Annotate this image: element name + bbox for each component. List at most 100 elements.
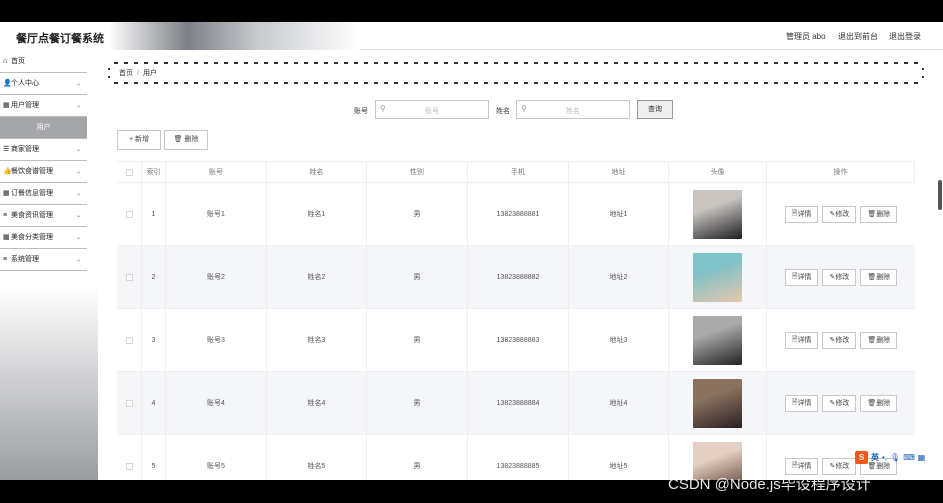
- cell-index: 4: [142, 372, 166, 434]
- edit-label: 修改: [835, 337, 850, 344]
- account-search-input[interactable]: ⚲ 账号: [375, 100, 489, 119]
- grid-icon: ▦: [3, 102, 10, 109]
- cell-index: 1: [142, 183, 166, 245]
- cell-avatar: [669, 372, 767, 434]
- checkbox-box[interactable]: [125, 273, 133, 281]
- detail-button[interactable]: 🗎 详情: [784, 457, 819, 475]
- chevron-down-icon: ⌄: [75, 81, 81, 87]
- search-button[interactable]: 查询: [637, 100, 673, 119]
- edit-button[interactable]: ✎ 修改: [822, 394, 857, 412]
- checkbox-box[interactable]: [125, 399, 133, 407]
- cell-account: 账号2: [166, 246, 267, 308]
- row-checkbox[interactable]: [117, 183, 142, 245]
- sidebar-item-label: 美食资讯管理: [11, 212, 53, 219]
- row-checkbox[interactable]: [117, 309, 142, 371]
- delete-icon: 🗑: [867, 211, 877, 218]
- account-placeholder: 账号: [425, 108, 439, 115]
- edit-label: 修改: [835, 211, 850, 218]
- row-checkbox[interactable]: [117, 246, 142, 308]
- sidebar-item-3[interactable]: 用户: [0, 117, 87, 139]
- cell-account: 账号3: [166, 309, 267, 371]
- keyboard-icon[interactable]: ⌨: [903, 453, 915, 462]
- cell-address: 地址5: [569, 435, 669, 480]
- sidebar-item-label: 餐饮食谱管理: [11, 168, 53, 175]
- home-icon: ⌂: [3, 58, 8, 65]
- name-placeholder: 姓名: [566, 108, 580, 115]
- select-all-checkbox[interactable]: [117, 162, 142, 182]
- logout-link[interactable]: 退出登录: [889, 31, 921, 42]
- checkbox-box[interactable]: [125, 210, 133, 218]
- detail-label: 详情: [797, 463, 812, 470]
- sidebar-item-7[interactable]: ≡ 美食资讯管理 ⌄: [0, 205, 87, 227]
- delete-button[interactable]: 🗑 删除: [860, 331, 898, 349]
- sidebar-item-9[interactable]: ≡ 系统管理 ⌄: [0, 249, 87, 271]
- cell-index: 2: [142, 246, 166, 308]
- cell-avatar: [669, 246, 767, 308]
- detail-button[interactable]: 🗎 详情: [784, 331, 819, 349]
- sliders-icon: ☰: [3, 146, 10, 153]
- delete-button[interactable]: 🗑 删除: [860, 268, 898, 286]
- browser-viewport: 餐厅点餐订餐系统 管理员 abo 退出到前台 退出登录 ⌂ 首页 👤 个人中心 ⌄ ▦ 用户…: [0, 22, 943, 480]
- punctuation-icon[interactable]: •,: [882, 453, 887, 462]
- table-row: 4 账号4 姓名4 男 13823888884 地址4 🗎 详情 ✎ 修改 🗑 删除: [117, 372, 915, 435]
- sidebar-item-1[interactable]: 👤 个人中心 ⌄: [0, 73, 87, 95]
- sidebar-item-2[interactable]: ▦ 用户管理 ⌄: [0, 95, 87, 117]
- cell-phone: 13823888881: [468, 183, 569, 245]
- delete-label: 删除: [876, 274, 891, 281]
- sidebar-item-0[interactable]: ⌂ 首页: [0, 51, 87, 73]
- edit-button[interactable]: ✎ 修改: [822, 268, 857, 286]
- cell-account: 账号5: [166, 435, 267, 480]
- ime-toolbar[interactable]: S 英 •, 🎙 ⌨ ▦: [855, 448, 931, 466]
- cell-account: 账号4: [166, 372, 267, 434]
- app-title: 餐厅点餐订餐系统: [16, 33, 104, 45]
- detail-button[interactable]: 🗎 详情: [784, 268, 819, 286]
- checkbox-box[interactable]: [125, 336, 133, 344]
- add-button[interactable]: + 新增: [117, 130, 161, 150]
- edit-button[interactable]: ✎ 修改: [822, 457, 857, 475]
- row-checkbox[interactable]: [117, 435, 142, 480]
- avatar: [693, 252, 742, 302]
- table-row: 1 账号1 姓名1 男 13823888881 地址1 🗎 详情 ✎ 修改 🗑 删除: [117, 183, 915, 246]
- grid-icon[interactable]: ▦: [918, 453, 926, 462]
- edit-label: 修改: [835, 274, 850, 281]
- row-checkbox[interactable]: [117, 372, 142, 434]
- edit-button[interactable]: ✎ 修改: [822, 205, 857, 223]
- chevron-down-icon: ⌄: [75, 103, 81, 109]
- checkbox-box[interactable]: [125, 462, 133, 470]
- thumb-icon: 👍: [3, 168, 12, 175]
- cell-phone: 13823888884: [468, 372, 569, 434]
- list-icon: ≡: [3, 212, 8, 219]
- cell-address: 地址4: [569, 372, 669, 434]
- delete-button[interactable]: 🗑 删除: [860, 205, 898, 223]
- cell-address: 地址3: [569, 309, 669, 371]
- cell-actions: 🗎 详情 ✎ 修改 🗑 删除: [767, 309, 915, 371]
- cell-gender: 男: [367, 246, 468, 308]
- delete-icon: 🗑: [867, 400, 877, 407]
- delete-icon: 🗑: [867, 337, 877, 344]
- detail-button[interactable]: 🗎 详情: [784, 394, 819, 412]
- batch-delete-button[interactable]: 🗑 删除: [164, 130, 208, 150]
- breadcrumb-home[interactable]: 首页: [119, 70, 133, 77]
- detail-label: 详情: [797, 211, 812, 218]
- sidebar-item-8[interactable]: ▦ 美食分类管理 ⌄: [0, 227, 87, 249]
- detail-label: 详情: [797, 274, 812, 281]
- mic-icon[interactable]: 🎙: [890, 453, 900, 462]
- chevron-down-icon: ⌄: [75, 191, 81, 197]
- checkbox-box[interactable]: [125, 168, 133, 176]
- sidebar-item-5[interactable]: 👍 餐饮食谱管理 ⌄: [0, 161, 87, 183]
- delete-label: 删除: [876, 211, 891, 218]
- detail-button[interactable]: 🗎 详情: [784, 205, 819, 223]
- cell-address: 地址2: [569, 246, 669, 308]
- sidebar-item-4[interactable]: ☰ 商家管理 ⌄: [0, 139, 87, 161]
- edit-button[interactable]: ✎ 修改: [822, 331, 857, 349]
- back-to-frontend-link[interactable]: 退出到前台: [838, 31, 878, 42]
- sidebar-item-label: 商家管理: [11, 146, 39, 153]
- name-search-input[interactable]: ⚲ 姓名: [516, 100, 630, 119]
- cell-name: 姓名4: [267, 372, 367, 434]
- ime-lang[interactable]: 英: [871, 452, 879, 463]
- cell-gender: 男: [367, 372, 468, 434]
- scrollbar-thumb[interactable]: [938, 180, 942, 210]
- scrollbar[interactable]: [937, 50, 943, 480]
- delete-button[interactable]: 🗑 删除: [860, 394, 898, 412]
- sidebar-item-6[interactable]: ▦ 订餐信息管理 ⌄: [0, 183, 87, 205]
